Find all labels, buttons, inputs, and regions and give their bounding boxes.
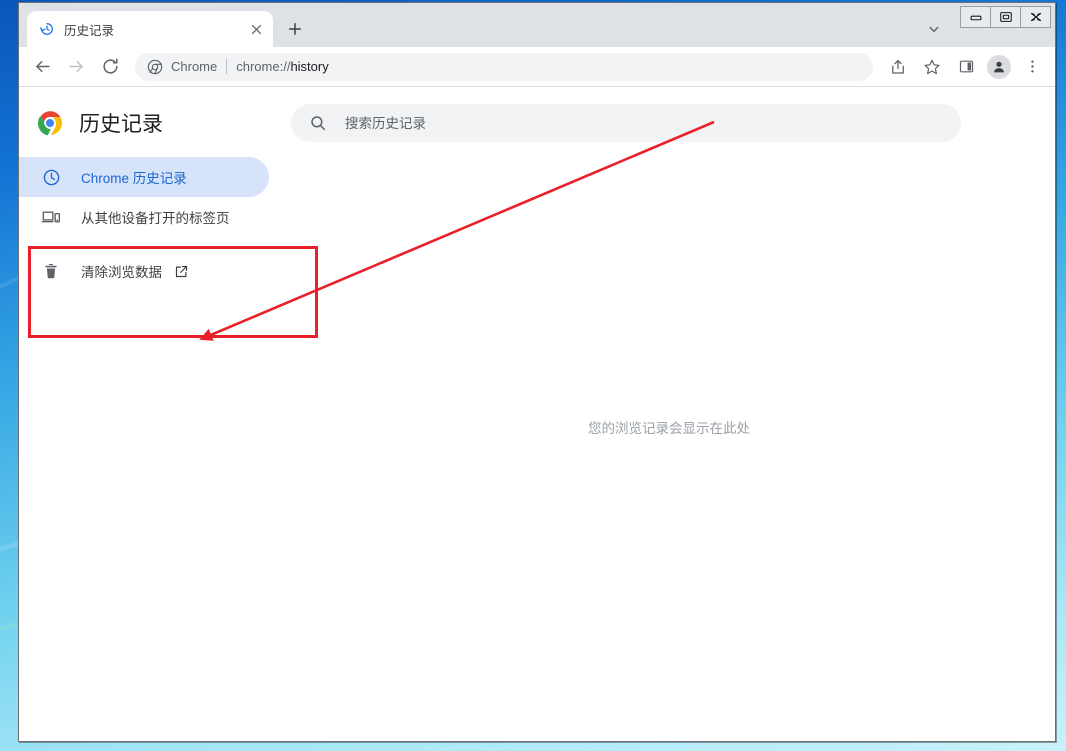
- sidebar-item-clear-browsing-data[interactable]: 清除浏览数据: [19, 251, 269, 291]
- page-title: 历史记录: [79, 113, 163, 136]
- history-content: 您的浏览记录会显示在此处: [283, 143, 1055, 436]
- bookmark-star-icon[interactable]: [917, 52, 947, 82]
- share-icon[interactable]: [883, 52, 913, 82]
- maximize-icon[interactable]: [991, 7, 1021, 27]
- omnibox-divider: [226, 59, 228, 74]
- search-bar[interactable]: [291, 104, 961, 142]
- reload-icon[interactable]: [95, 52, 125, 82]
- sidebar-item-label: 从其他设备打开的标签页: [81, 211, 230, 226]
- window-controls: [960, 6, 1051, 28]
- search-icon: [309, 114, 327, 132]
- empty-state-message: 您的浏览记录会显示在此处: [588, 421, 750, 436]
- devices-icon: [41, 207, 61, 227]
- history-body: Chrome 历史记录 从其他设备打开的标签页 清除浏览数据 您的浏览记录会显示…: [19, 143, 1055, 436]
- sidebar-item-tabs-from-other-devices[interactable]: 从其他设备打开的标签页: [19, 197, 269, 237]
- close-icon[interactable]: [1021, 7, 1050, 27]
- clock-icon: [41, 167, 61, 187]
- omnibox-url: chrome://history: [236, 59, 328, 74]
- history-page: 历史记录 搜索历史记录 Chrome 历史记录 从其他设备打开的标签页 清除浏览…: [19, 87, 1055, 741]
- profile-avatar[interactable]: [987, 54, 1011, 79]
- search-input[interactable]: [343, 114, 943, 132]
- sidebar-item-chrome-history[interactable]: Chrome 历史记录: [19, 157, 269, 197]
- history-icon: [39, 21, 55, 37]
- trash-icon: [41, 261, 61, 281]
- desktop-background: 历史记录 Chrome chrome://history 历史记录 搜索历史记录…: [0, 0, 1066, 751]
- side-panel-icon[interactable]: [951, 52, 981, 82]
- history-sidebar: Chrome 历史记录 从其他设备打开的标签页 清除浏览数据: [19, 143, 283, 291]
- history-header: 历史记录: [19, 87, 1055, 143]
- forward-arrow-icon: [61, 52, 91, 82]
- browser-toolbar: Chrome chrome://history: [19, 47, 1055, 87]
- omnibox-url-host: history: [290, 59, 329, 74]
- chrome-icon: [147, 59, 163, 75]
- tab-strip: 历史记录: [19, 3, 1055, 47]
- back-arrow-icon[interactable]: [27, 52, 57, 82]
- sidebar-item-label: 清除浏览数据: [81, 265, 162, 280]
- more-menu-icon[interactable]: [1017, 52, 1047, 82]
- minimize-icon[interactable]: [961, 7, 991, 27]
- history-brand: 历史记录: [19, 108, 283, 138]
- chevron-down-icon[interactable]: [921, 16, 947, 42]
- new-tab-button[interactable]: [281, 15, 309, 43]
- tab-title: 历史记录: [64, 23, 115, 38]
- browser-window: 历史记录 Chrome chrome://history 历史记录 搜索历史记录…: [18, 2, 1056, 742]
- external-link-icon: [174, 264, 189, 279]
- browser-tab[interactable]: 历史记录: [27, 11, 273, 47]
- chrome-logo: [37, 110, 63, 136]
- sidebar-item-label: Chrome 历史记录: [81, 171, 187, 186]
- address-bar[interactable]: Chrome chrome://history: [135, 52, 873, 81]
- close-icon[interactable]: [247, 20, 265, 38]
- omnibox-url-scheme: chrome://: [236, 59, 291, 74]
- omnibox-chip-label: Chrome: [171, 59, 218, 74]
